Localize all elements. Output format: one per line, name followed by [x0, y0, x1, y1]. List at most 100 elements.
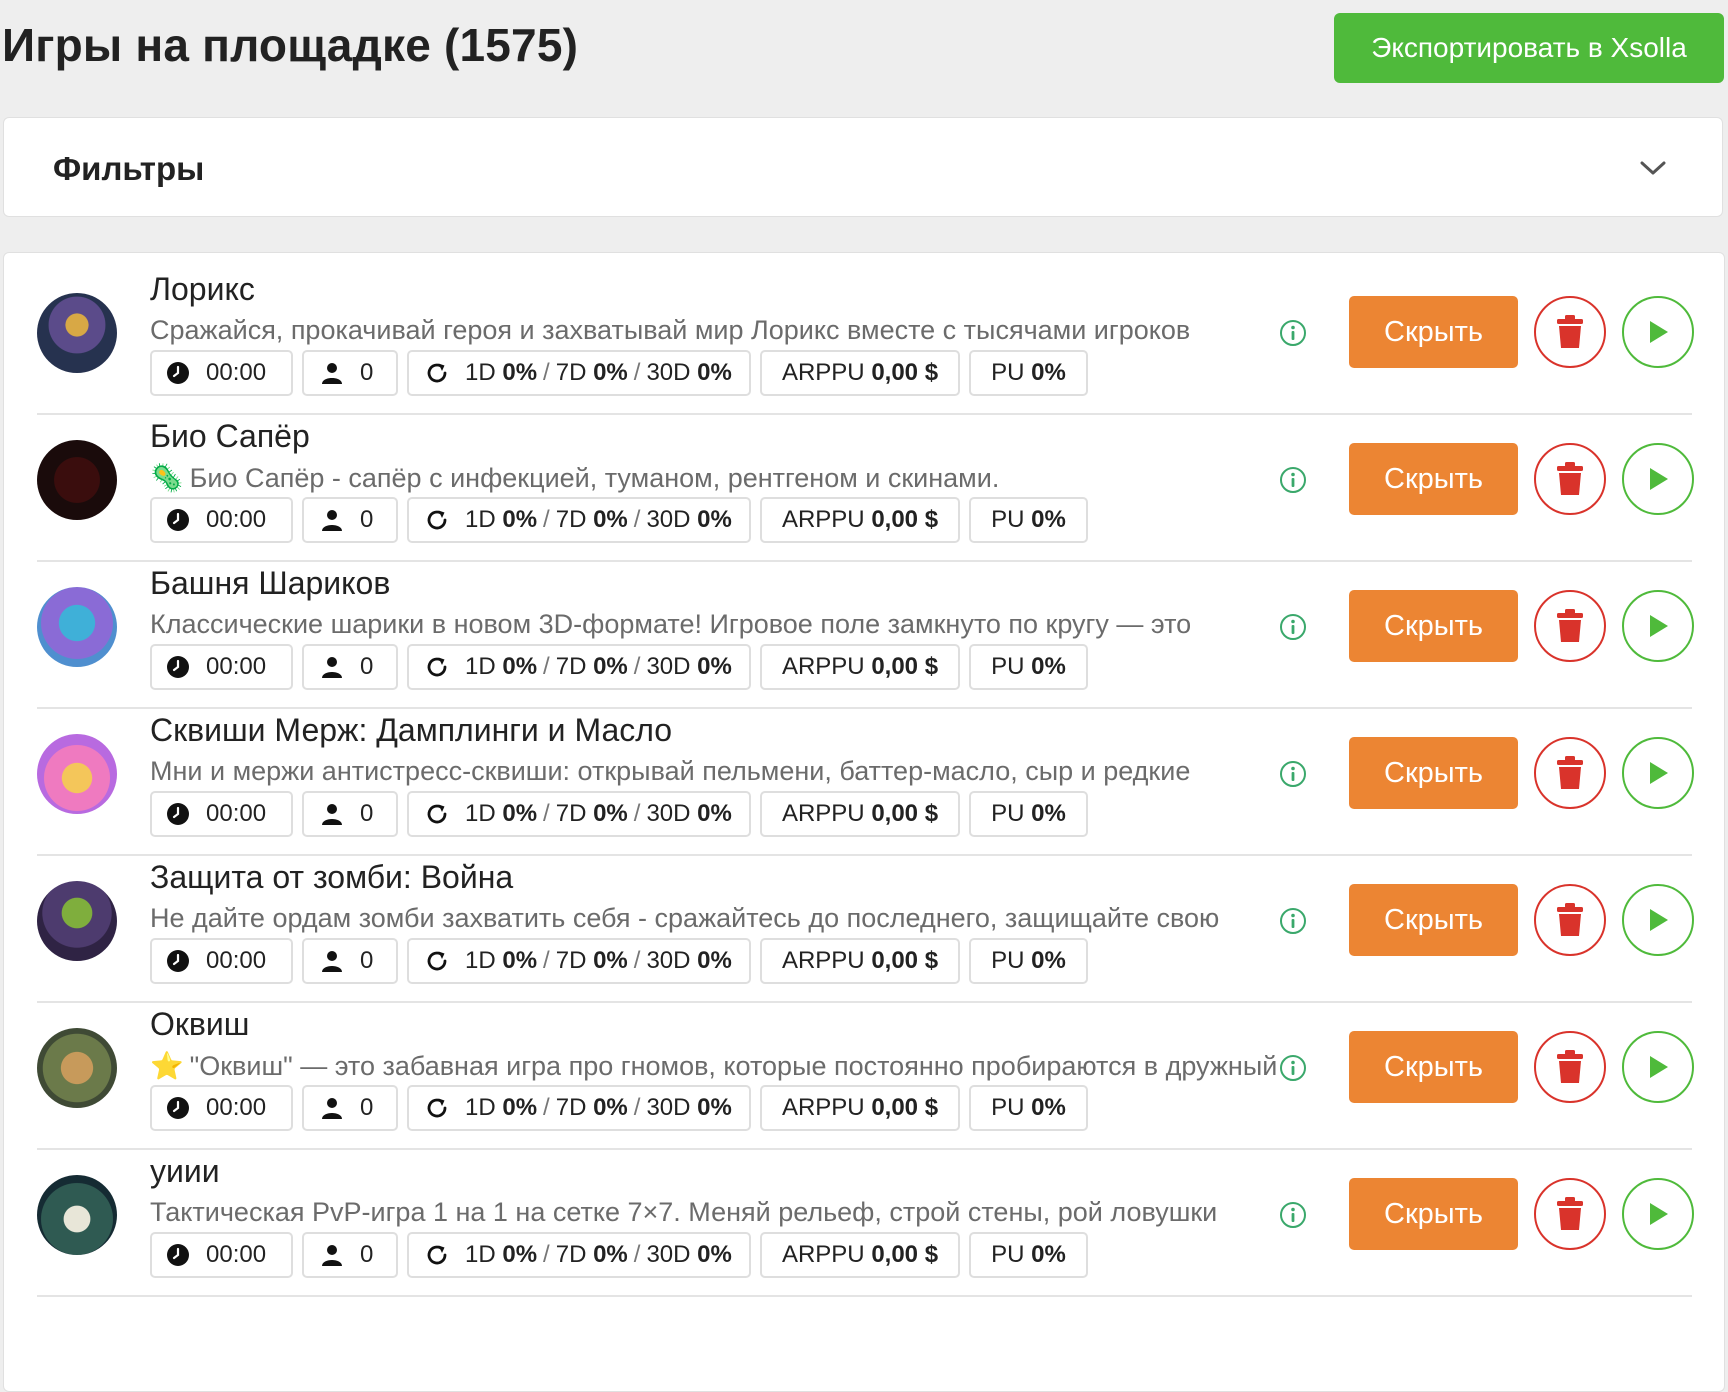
stat-pu: PU 0%: [969, 497, 1088, 543]
stat-users: 0: [302, 791, 398, 837]
trash-icon: [1557, 1197, 1583, 1230]
stat-playtime-value: 00:00: [206, 1241, 267, 1268]
stat-pu: PU 0%: [969, 1232, 1088, 1278]
stat-pu: PU 0%: [969, 350, 1088, 396]
stat-d7-label: 7D: [555, 653, 587, 680]
stat-d7-value: 0%: [593, 653, 628, 680]
user-icon: [320, 508, 344, 532]
delete-button[interactable]: [1534, 590, 1606, 662]
stat-pu-value: 0%: [1031, 359, 1066, 386]
delete-button[interactable]: [1534, 737, 1606, 809]
stat-users: 0: [302, 497, 398, 543]
stat-arppu: ARPPU 0,00 $: [760, 1085, 960, 1131]
game-stats: 00:00 0 1D 0% / 7D 0% / 30D 0% ARPPU 0,0…: [150, 791, 1088, 839]
stat-separator: /: [633, 800, 641, 827]
stat-separator: /: [633, 506, 641, 533]
stat-d7-label: 7D: [555, 506, 587, 533]
stat-d1-value: 0%: [502, 653, 538, 680]
game-stats: 00:00 0 1D 0% / 7D 0% / 30D 0% ARPPU 0,0…: [150, 938, 1088, 986]
stat-separator: /: [543, 506, 550, 533]
stat-arppu: ARPPU 0,00 $: [760, 938, 960, 984]
stat-d1-label: 1D: [465, 1094, 496, 1121]
game-description-text: "Оквиш" — это забавная игра про гномов, …: [189, 1051, 1278, 1081]
stat-d1-value: 0%: [502, 1241, 538, 1268]
game-title: Оквиш: [150, 1006, 250, 1042]
delete-button[interactable]: [1534, 443, 1606, 515]
hide-button[interactable]: Скрыть: [1349, 884, 1518, 956]
refresh-icon: [425, 508, 449, 532]
stat-retention: 1D 0% / 7D 0% / 30D 0%: [407, 938, 751, 984]
stat-d1-label: 1D: [465, 359, 496, 386]
info-icon[interactable]: [1279, 613, 1307, 641]
stat-playtime: 00:00: [150, 938, 293, 984]
stat-users: 0: [302, 938, 398, 984]
hide-button[interactable]: Скрыть: [1349, 296, 1518, 368]
info-icon[interactable]: [1279, 907, 1307, 935]
user-icon: [320, 1243, 344, 1267]
stat-arppu: ARPPU 0,00 $: [760, 497, 960, 543]
chevron-down-icon[interactable]: [1633, 148, 1673, 188]
export-xsolla-button[interactable]: Экспортировать в Xsolla: [1334, 13, 1724, 83]
stat-arppu-label: ARPPU: [781, 947, 865, 974]
stat-separator: /: [633, 1241, 641, 1268]
stat-d1-value: 0%: [502, 800, 538, 827]
stat-pu-value: 0%: [1031, 653, 1066, 680]
game-description: 🦠 Био Сапёр - сапёр с инфекцией, туманом,…: [150, 462, 1300, 494]
delete-button[interactable]: [1534, 884, 1606, 956]
stat-separator: /: [543, 800, 550, 827]
info-icon[interactable]: [1279, 1054, 1307, 1082]
stat-arppu-value: 0,00 $: [871, 1241, 939, 1268]
play-button[interactable]: [1622, 884, 1694, 956]
stat-retention: 1D 0% / 7D 0% / 30D 0%: [407, 1085, 751, 1131]
game-description: Сражайся, прокачивай героя и захватывай …: [150, 315, 1300, 346]
stat-playtime: 00:00: [150, 644, 293, 690]
stat-d30-value: 0%: [697, 800, 732, 827]
game-stats: 00:00 0 1D 0% / 7D 0% / 30D 0% ARPPU 0,0…: [150, 350, 1088, 398]
stat-pu-value: 0%: [1031, 506, 1066, 533]
delete-button[interactable]: [1534, 1178, 1606, 1250]
stat-playtime-value: 00:00: [206, 506, 267, 533]
hide-button[interactable]: Скрыть: [1349, 1178, 1518, 1250]
clock-icon: [166, 361, 190, 385]
stat-d7-value: 0%: [593, 506, 628, 533]
stat-d30-label: 30D: [646, 947, 691, 974]
info-icon[interactable]: [1279, 1201, 1307, 1229]
play-icon: [1650, 615, 1668, 637]
delete-button[interactable]: [1534, 1031, 1606, 1103]
stat-retention: 1D 0% / 7D 0% / 30D 0%: [407, 497, 751, 543]
stat-separator: /: [633, 359, 641, 386]
play-icon: [1650, 321, 1668, 343]
stat-d30-value: 0%: [697, 947, 732, 974]
play-button[interactable]: [1622, 737, 1694, 809]
clock-icon: [166, 802, 190, 826]
stat-arppu-value: 0,00 $: [871, 653, 939, 680]
stat-playtime: 00:00: [150, 1232, 293, 1278]
hide-button[interactable]: Скрыть: [1349, 1031, 1518, 1103]
game-stats: 00:00 0 1D 0% / 7D 0% / 30D 0% ARPPU 0,0…: [150, 497, 1088, 545]
stat-d30-value: 0%: [697, 506, 732, 533]
stat-playtime: 00:00: [150, 350, 293, 396]
info-icon[interactable]: [1279, 319, 1307, 347]
stat-users-value: 0: [360, 506, 374, 533]
delete-button[interactable]: [1534, 296, 1606, 368]
stat-arppu-value: 0,00 $: [871, 1094, 939, 1121]
hide-button[interactable]: Скрыть: [1349, 443, 1518, 515]
stat-playtime-value: 00:00: [206, 653, 267, 680]
info-icon[interactable]: [1279, 760, 1307, 788]
filters-panel[interactable]: Фильтры: [3, 117, 1723, 217]
play-button[interactable]: [1622, 296, 1694, 368]
stat-separator: /: [543, 947, 550, 974]
user-icon: [320, 361, 344, 385]
stat-users-value: 0: [360, 1094, 374, 1121]
play-button[interactable]: [1622, 590, 1694, 662]
hide-button[interactable]: Скрыть: [1349, 590, 1518, 662]
stat-pu-value: 0%: [1031, 800, 1066, 827]
stat-playtime-value: 00:00: [206, 800, 267, 827]
play-button[interactable]: [1622, 1031, 1694, 1103]
info-icon[interactable]: [1279, 466, 1307, 494]
hide-button[interactable]: Скрыть: [1349, 737, 1518, 809]
stat-separator: /: [543, 1241, 550, 1268]
game-avatar: [37, 587, 117, 667]
play-button[interactable]: [1622, 1178, 1694, 1250]
play-button[interactable]: [1622, 443, 1694, 515]
